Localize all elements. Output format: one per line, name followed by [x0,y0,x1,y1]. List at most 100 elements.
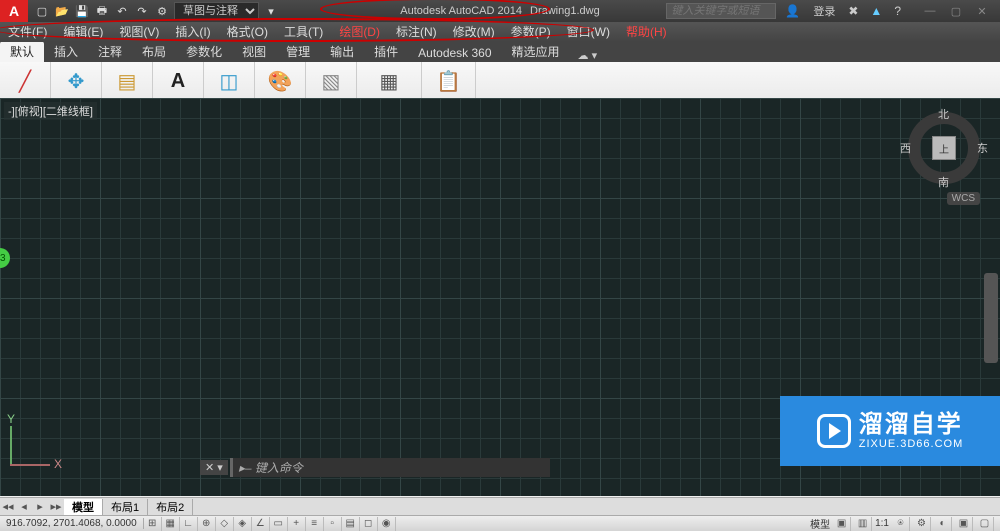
drawing-area[interactable]: -][俯视][二维线框] 53 上 北 南 东 西 WCS Y X ✕ ▾ ▸–… [0,98,1000,496]
menu-help[interactable]: 帮助(H) [618,22,675,42]
otrack-icon[interactable]: ∠ [252,517,270,531]
tab-nav-last[interactable]: ▸▸ [48,500,64,513]
maximize-button[interactable]: ▢ [944,2,968,20]
workspace-icon[interactable]: ⚙ [154,3,170,19]
quickview-layouts-icon[interactable]: ▥ [854,517,872,531]
tab-nav-next[interactable]: ▸ [32,500,48,513]
ortho-icon[interactable]: ∟ [180,517,198,531]
exchange-icon[interactable]: ✖ [845,4,861,18]
snap-icon[interactable]: ⊞ [144,517,162,531]
sc-icon[interactable]: ◻ [360,517,378,531]
menu-file[interactable]: 文件(F) [0,22,55,42]
file-name: Drawing1.dwg [530,5,600,17]
watermark: 溜溜自学 ZIXUE.3D66.COM [780,396,1000,466]
3dosnap-icon[interactable]: ◈ [234,517,252,531]
viewport-label[interactable]: -][俯视][二维线框] [4,102,97,120]
modelspace-label[interactable]: 模型 [810,516,830,531]
tab-plugins[interactable]: 插件 [364,41,408,62]
watermark-url: ZIXUE.3D66.COM [859,438,963,450]
help-icon[interactable]: ? [891,4,904,18]
tab-featured[interactable]: 精选应用 [502,41,570,62]
login-button[interactable]: 登录 [809,3,839,19]
grid-icon[interactable]: ▦ [162,517,180,531]
menu-format[interactable]: 格式(O) [219,22,276,42]
save-icon[interactable]: 💾 [74,3,90,19]
commandline-handle[interactable]: ✕ ▾ [200,460,228,475]
open-icon[interactable]: 📂 [54,3,70,19]
tab-annotate[interactable]: 注释 [88,41,132,62]
menu-tools[interactable]: 工具(T) [276,22,331,42]
minimize-button[interactable]: — [918,2,942,20]
lwt-icon[interactable]: ≡ [306,517,324,531]
text-icon: A [163,66,193,96]
tab-layout1[interactable]: 布局1 [103,499,148,515]
menu-bar: 文件(F) 编辑(E) 视图(V) 插入(I) 格式(O) 工具(T) 绘图(D… [0,22,1000,42]
hardware-accel-icon[interactable]: ◐ [934,517,952,531]
menu-window[interactable]: 窗口(W) [559,22,618,42]
polar-icon[interactable]: ⊕ [198,517,216,531]
quickview-icon[interactable]: ▣ [833,517,851,531]
tab-view[interactable]: 视图 [232,41,276,62]
status-toggles: ⊞ ▦ ∟ ⊕ ◇ ◈ ∠ ▭ + ≡ ▫ ▤ ◻ ◉ [144,517,396,531]
new-icon[interactable]: ▢ [34,3,50,19]
menu-modify[interactable]: 修改(M) [445,22,503,42]
ribbon-expand-icon[interactable]: ☁ ▾ [578,49,598,62]
cleanscreen-icon[interactable]: ▢ [976,517,994,531]
workspace-switch-icon[interactable]: ⚙ [913,517,931,531]
tpy-icon[interactable]: ▫ [324,517,342,531]
am-icon[interactable]: ◉ [378,517,396,531]
qp-icon[interactable]: ▤ [342,517,360,531]
menu-parametric[interactable]: 参数(P) [503,22,559,42]
app-logo[interactable]: A [0,0,28,22]
menu-edit[interactable]: 编辑(E) [55,22,111,42]
search-input[interactable] [666,3,776,19]
quick-access-toolbar: ▢ 📂 💾 🖶 ↶ ↷ ⚙ 草图与注释 ▾ [28,2,285,20]
osnap-icon[interactable]: ◇ [216,517,234,531]
play-icon [817,414,851,448]
close-button[interactable]: ✕ [970,2,994,20]
measure-icon: ▦ [374,66,404,96]
viewcube-east: 东 [977,140,988,156]
annoscale[interactable]: 1:1 [875,518,889,529]
tab-nav-first[interactable]: ◂◂ [0,500,16,513]
signin-icon[interactable]: 👤 [782,4,803,18]
tab-layout[interactable]: 布局 [132,41,176,62]
tab-parametric[interactable]: 参数化 [176,41,232,62]
workspace-selector[interactable]: 草图与注释 [174,2,259,20]
annoscale-icon[interactable]: ⍟ [892,517,910,531]
navbar-vertical[interactable] [984,273,998,363]
tab-a360[interactable]: Autodesk 360 [408,44,501,62]
tab-model[interactable]: 模型 [64,499,103,515]
ducs-icon[interactable]: ▭ [270,517,288,531]
menu-insert[interactable]: 插入(I) [167,22,218,42]
viewcube-top[interactable]: 上 [932,136,956,160]
qat-dropdown-icon[interactable]: ▾ [263,3,279,19]
tab-manage[interactable]: 管理 [276,41,320,62]
tab-insert[interactable]: 插入 [44,41,88,62]
tab-default[interactable]: 默认 [0,41,44,62]
status-bar: 916.7092, 2701.4068, 0.0000 ⊞ ▦ ∟ ⊕ ◇ ◈ … [0,515,1000,531]
undo-icon[interactable]: ↶ [114,3,130,19]
tab-nav-prev[interactable]: ◂ [16,500,32,513]
ucs-x-label: X [54,457,62,471]
menu-dimension[interactable]: 标注(N) [388,22,445,42]
autodesk360-icon[interactable]: ▲ [867,4,885,18]
isolate-icon[interactable]: ▣ [955,517,973,531]
plot-icon[interactable]: 🖶 [94,3,110,19]
menu-draw[interactable]: 绘图(D) [331,22,388,42]
menu-view[interactable]: 视图(V) [111,22,167,42]
command-input[interactable]: ▸– 键入命令 [230,458,550,477]
viewcube-west: 西 [900,140,911,156]
coordinates[interactable]: 916.7092, 2701.4068, 0.0000 [0,518,144,529]
wcs-badge[interactable]: WCS [947,192,980,205]
tab-layout2[interactable]: 布局2 [148,499,193,515]
viewcube[interactable]: 上 北 南 东 西 [904,108,984,188]
redo-icon[interactable]: ↷ [134,3,150,19]
dyn-icon[interactable]: + [288,517,306,531]
ribbon-tabs: 默认 插入 注释 布局 参数化 视图 管理 输出 插件 Autodesk 360… [0,42,1000,62]
tab-output[interactable]: 输出 [320,41,364,62]
command-line[interactable]: ✕ ▾ ▸– 键入命令 [200,458,550,476]
block-icon: ◫ [214,66,244,96]
layout-tabs: ◂◂ ◂ ▸ ▸▸ 模型 布局1 布局2 [0,497,1000,515]
group-icon: ▧ [316,66,346,96]
